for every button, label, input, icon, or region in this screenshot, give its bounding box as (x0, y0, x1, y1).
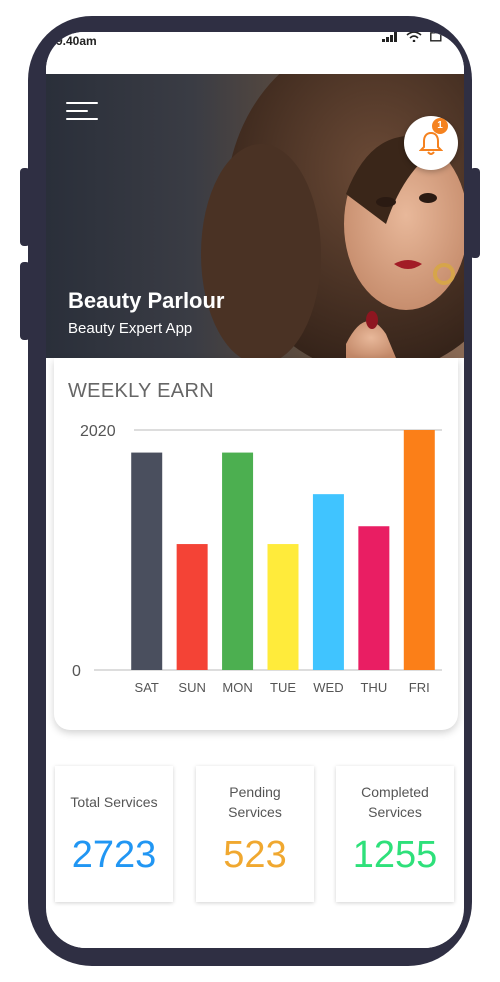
total-services-label: Total Services (70, 794, 158, 810)
pending-services-card[interactable]: Pending Services 523 (196, 766, 314, 902)
status-bar: 9.40am (46, 32, 464, 74)
pending-services-label: Pending Services (228, 784, 282, 820)
hero-model-photo (201, 74, 464, 358)
bar-sat (131, 452, 163, 670)
completed-services-value: 1255 (352, 834, 438, 876)
bottom-bar (46, 918, 464, 948)
completed-services-label: Completed Services (361, 784, 429, 820)
bar-mon (222, 452, 254, 670)
notification-badge: 1 (432, 118, 448, 134)
notification-button[interactable]: 1 (404, 116, 458, 170)
bar-wed (312, 494, 344, 670)
signal-icon (382, 32, 397, 42)
hero-banner: 1 Beauty Parlour Beauty Expert App (46, 74, 464, 358)
menu-icon[interactable] (66, 102, 100, 124)
completed-services-card[interactable]: Completed Services 1255 (336, 766, 454, 902)
status-icons (382, 32, 442, 42)
y-tick-label: 0 (72, 663, 81, 680)
x-tick-label: FRI (409, 680, 430, 695)
phone-screen: 9.40am 1 Beauty Parlour Beauty Expert Ap… (46, 32, 464, 948)
app-title: Beauty Parlour (68, 288, 225, 313)
y-tick-label: 2020 (80, 423, 116, 440)
wifi-icon (406, 32, 422, 42)
bar-sun (176, 544, 208, 670)
pending-services-value: 523 (223, 834, 287, 876)
battery-icon (430, 32, 442, 42)
total-services-card[interactable]: Total Services 2723 (55, 766, 173, 902)
bar-tue (267, 544, 299, 670)
x-tick-label: MON (222, 680, 252, 695)
status-time: 9.40am (56, 34, 97, 48)
x-tick-label: TUE (270, 680, 296, 695)
bar-fri (403, 430, 435, 670)
x-tick-label: WED (313, 680, 343, 695)
chart-title: WEEKLY EARN (68, 380, 214, 402)
app-subtitle: Beauty Expert App (68, 320, 193, 337)
weekly-earn-card: WEEKLY EARN 0 2020 SAT SUN MON TUE WED THU FRI (54, 358, 458, 730)
total-services-value: 2723 (71, 834, 157, 876)
weekly-earn-chart: 0 2020 SAT SUN MON TUE WED THU FRI (72, 423, 442, 695)
x-tick-label: SUN (178, 680, 205, 695)
x-tick-label: SAT (135, 680, 159, 695)
bar-thu (358, 526, 390, 670)
x-tick-label: THU (360, 680, 387, 695)
